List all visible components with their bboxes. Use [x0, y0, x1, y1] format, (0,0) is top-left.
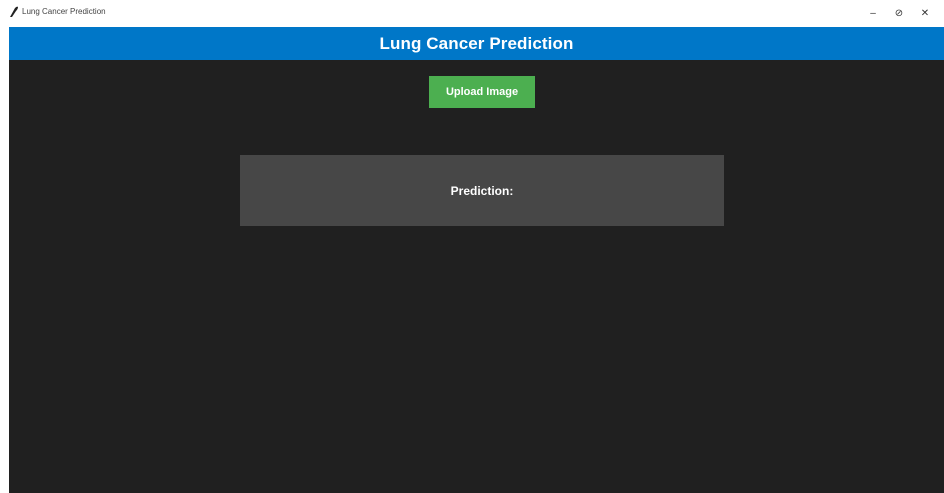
prediction-panel: Prediction: — [240, 155, 724, 226]
window-title: Lung Cancer Prediction — [22, 7, 106, 16]
app-header: Lung Cancer Prediction — [9, 27, 944, 60]
page: Lung Cancer Prediction – ⊘ ✕ Lung Cancer… — [0, 0, 944, 493]
window-controls: – ⊘ ✕ — [860, 4, 938, 22]
app-window: Lung Cancer Prediction Upload Image Pred… — [9, 27, 944, 493]
upload-image-button[interactable]: Upload Image — [429, 76, 535, 108]
minimize-button[interactable]: – — [860, 4, 886, 22]
window-titlebar: Lung Cancer Prediction – ⊘ ✕ — [0, 0, 944, 27]
prediction-label: Prediction: — [450, 183, 514, 198]
close-button[interactable]: ✕ — [912, 4, 938, 22]
feather-icon — [10, 6, 18, 18]
page-title: Lung Cancer Prediction — [379, 33, 574, 53]
restore-button[interactable]: ⊘ — [886, 4, 912, 22]
